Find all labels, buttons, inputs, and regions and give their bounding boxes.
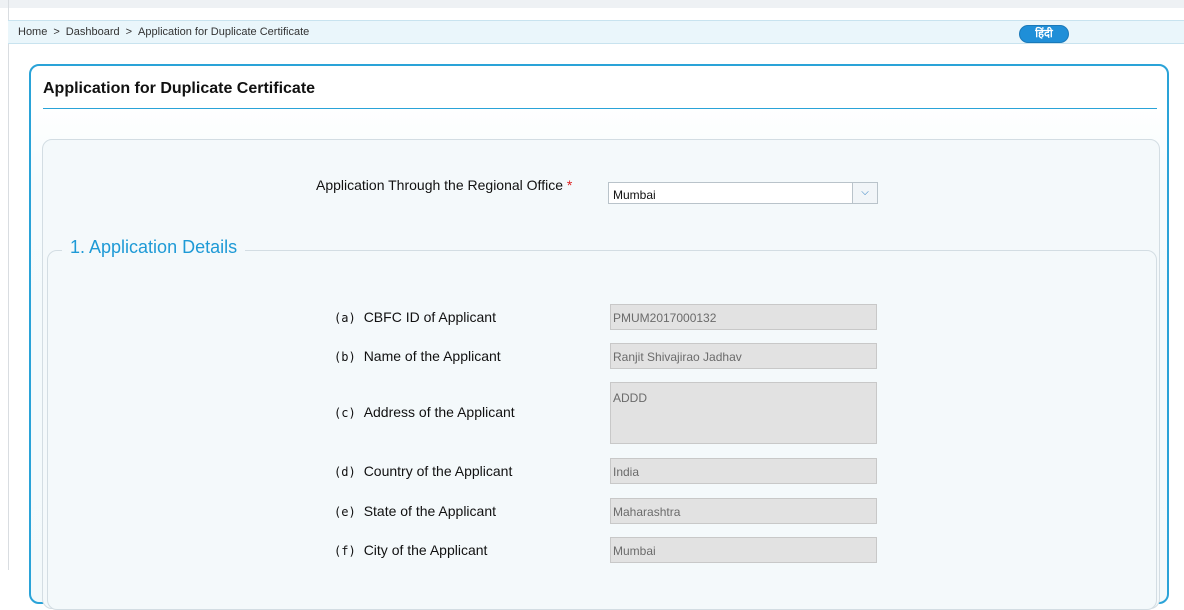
regional-office-label-text: Application Through the Regional Office bbox=[316, 177, 563, 193]
row-index: (d) bbox=[334, 465, 356, 479]
breadcrumb: Home > Dashboard > Application for Duplicate… bbox=[18, 21, 309, 43]
applicant-city-field[interactable]: Mumbai bbox=[610, 537, 877, 563]
row-index: (e) bbox=[334, 505, 356, 519]
regional-office-selected-value: Mumbai bbox=[613, 188, 656, 202]
applicant-name-label: (b) Name of the Applicant bbox=[334, 348, 501, 364]
applicant-country-label: (d) Country of the Applicant bbox=[334, 463, 512, 479]
section-legend: 1. Application Details bbox=[62, 237, 246, 258]
breadcrumb-current: Application for Duplicate Certificate bbox=[138, 26, 310, 38]
left-edge-line bbox=[8, 0, 9, 570]
breadcrumb-bar: Home > Dashboard > Application for Duplicate… bbox=[8, 20, 1184, 44]
applicant-state-label: (e) State of the Applicant bbox=[334, 503, 496, 519]
breadcrumb-separator: > bbox=[125, 26, 133, 38]
applicant-city-label: (f) City of the Applicant bbox=[334, 542, 487, 558]
form-panel: Application Through the Regional Office … bbox=[42, 139, 1160, 610]
applicant-country-field[interactable]: India bbox=[610, 458, 877, 484]
applicant-name-field[interactable]: Ranjit Shivajirao Jadhav bbox=[610, 343, 877, 369]
top-strip bbox=[0, 0, 1184, 8]
row-label-text: Name of the Applicant bbox=[363, 348, 501, 364]
row-label-text: State of the Applicant bbox=[363, 503, 497, 519]
regional-office-label: Application Through the Regional Office … bbox=[316, 176, 586, 195]
hindi-language-button[interactable]: हिंदी bbox=[1019, 25, 1069, 43]
row-label-text: Country of the Applicant bbox=[363, 463, 513, 479]
row-label-text: CBFC ID of Applicant bbox=[363, 309, 496, 325]
cbfc-id-label: (a) CBFC ID of Applicant bbox=[334, 309, 496, 325]
row-label-text: City of the Applicant bbox=[363, 542, 488, 558]
main-card: Application for Duplicate Certificate Ap… bbox=[29, 64, 1169, 610]
applicant-state-field[interactable]: Maharashtra bbox=[610, 498, 877, 524]
breadcrumb-home[interactable]: Home bbox=[18, 26, 47, 38]
chevron-down-icon[interactable]: ⌵ bbox=[852, 183, 877, 203]
row-index: (a) bbox=[334, 311, 356, 325]
title-divider bbox=[43, 108, 1157, 109]
application-details-section: 1. Application Details (a) CBFC ID of App… bbox=[47, 237, 1157, 610]
breadcrumb-separator: > bbox=[53, 26, 60, 38]
row-index: (f) bbox=[334, 544, 356, 558]
applicant-address-label: (c) Address of the Applicant bbox=[334, 404, 515, 420]
breadcrumb-dashboard[interactable]: Dashboard bbox=[66, 26, 120, 38]
regional-office-select[interactable]: Mumbai ⌵ bbox=[608, 182, 878, 204]
row-label-text: Address of the Applicant bbox=[363, 404, 515, 420]
applicant-address-field[interactable]: ADDD bbox=[610, 382, 877, 444]
required-marker: * bbox=[566, 177, 573, 193]
row-index: (b) bbox=[334, 350, 356, 364]
cbfc-id-field[interactable]: PMUM2017000132 bbox=[610, 304, 877, 330]
page-title: Application for Duplicate Certificate bbox=[43, 80, 316, 97]
row-index: (c) bbox=[334, 406, 356, 420]
